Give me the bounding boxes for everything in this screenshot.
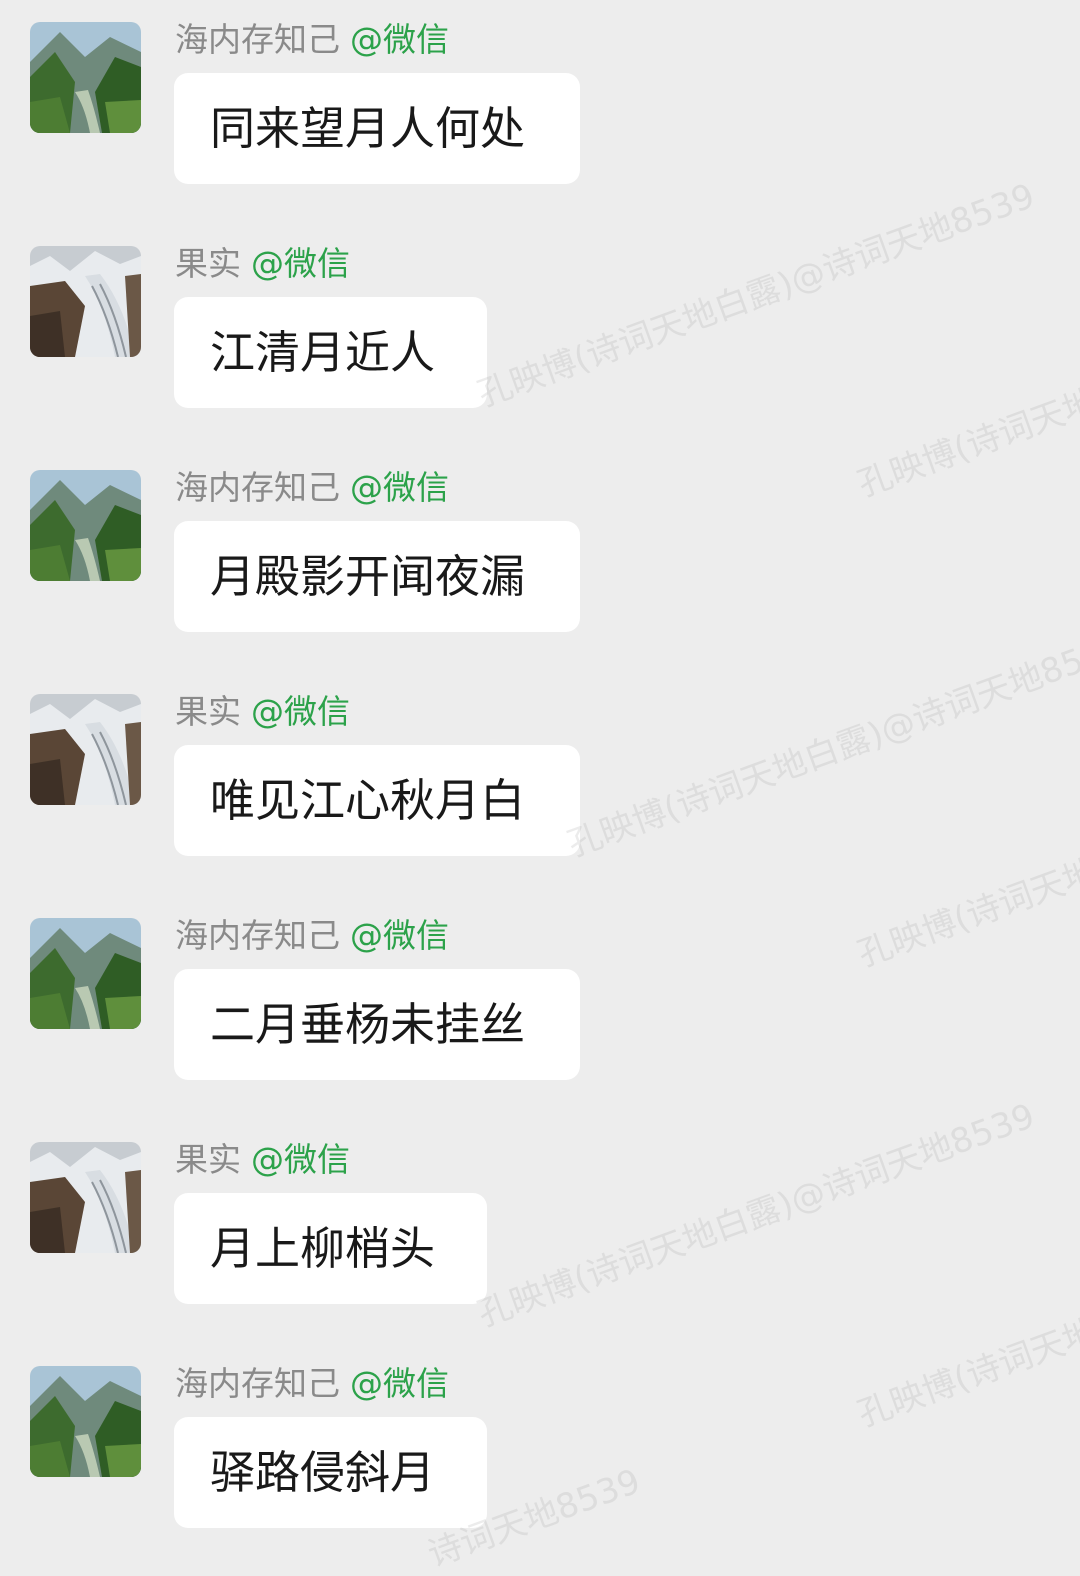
- glacier-avatar-icon: [30, 246, 141, 357]
- mountain-valley-avatar[interactable]: [30, 470, 141, 581]
- sender-tag: @微信: [251, 692, 350, 731]
- message-bubble[interactable]: 月殿影开闻夜漏: [174, 521, 580, 632]
- glacier-avatar[interactable]: [30, 694, 141, 805]
- sender-tag: @微信: [350, 916, 449, 955]
- sender-tag: @微信: [350, 468, 449, 507]
- mountain-valley-avatar-icon: [30, 918, 141, 1029]
- mountain-valley-avatar-icon: [30, 1366, 141, 1477]
- message-bubble[interactable]: 江清月近人: [174, 297, 487, 408]
- message-row: 果实 @微信 江清月近人: [0, 224, 1080, 448]
- sender-name[interactable]: 海内存知己: [175, 20, 340, 59]
- message-row: 海内存知己 @微信 二月垂杨未挂丝: [0, 896, 1080, 1120]
- sender-line: 果实 @微信: [175, 1138, 350, 1182]
- sender-line: 果实 @微信: [175, 690, 350, 734]
- sender-line: 海内存知己 @微信: [175, 18, 449, 62]
- sender-name[interactable]: 海内存知己: [175, 916, 340, 955]
- message-bubble[interactable]: 同来望月人何处: [174, 73, 580, 184]
- message-row: 海内存知己 @微信 月殿影开闻夜漏: [0, 448, 1080, 672]
- glacier-avatar-icon: [30, 694, 141, 805]
- glacier-avatar[interactable]: [30, 1142, 141, 1253]
- sender-name[interactable]: 果实: [175, 1140, 241, 1179]
- mountain-valley-avatar-icon: [30, 22, 141, 133]
- message-bubble[interactable]: 驿路侵斜月: [174, 1417, 487, 1528]
- mountain-valley-avatar[interactable]: [30, 918, 141, 1029]
- message-row: 海内存知己 @微信 驿路侵斜月: [0, 1344, 1080, 1568]
- chat-message-list: 海内存知己 @微信 同来望月人何处 果实 @微信 江清月近人 海内存知己 @微信…: [0, 0, 1080, 1548]
- message-bubble[interactable]: 唯见江心秋月白: [174, 745, 580, 856]
- sender-line: 海内存知己 @微信: [175, 466, 449, 510]
- message-row: 海内存知己 @微信 同来望月人何处: [0, 0, 1080, 224]
- mountain-valley-avatar[interactable]: [30, 1366, 141, 1477]
- sender-tag: @微信: [350, 20, 449, 59]
- sender-name[interactable]: 果实: [175, 692, 241, 731]
- sender-tag: @微信: [251, 1140, 350, 1179]
- message-bubble[interactable]: 月上柳梢头: [174, 1193, 487, 1304]
- sender-line: 海内存知己 @微信: [175, 1362, 449, 1406]
- mountain-valley-avatar[interactable]: [30, 22, 141, 133]
- mountain-valley-avatar-icon: [30, 470, 141, 581]
- sender-tag: @微信: [350, 1364, 449, 1403]
- message-row: 果实 @微信 月上柳梢头: [0, 1120, 1080, 1344]
- sender-name[interactable]: 海内存知己: [175, 468, 340, 507]
- message-bubble[interactable]: 二月垂杨未挂丝: [174, 969, 580, 1080]
- sender-tag: @微信: [251, 244, 350, 283]
- message-row: 果实 @微信 唯见江心秋月白: [0, 672, 1080, 896]
- sender-line: 果实 @微信: [175, 242, 350, 286]
- sender-name[interactable]: 果实: [175, 244, 241, 283]
- sender-line: 海内存知己 @微信: [175, 914, 449, 958]
- sender-name[interactable]: 海内存知己: [175, 1364, 340, 1403]
- glacier-avatar[interactable]: [30, 246, 141, 357]
- glacier-avatar-icon: [30, 1142, 141, 1253]
